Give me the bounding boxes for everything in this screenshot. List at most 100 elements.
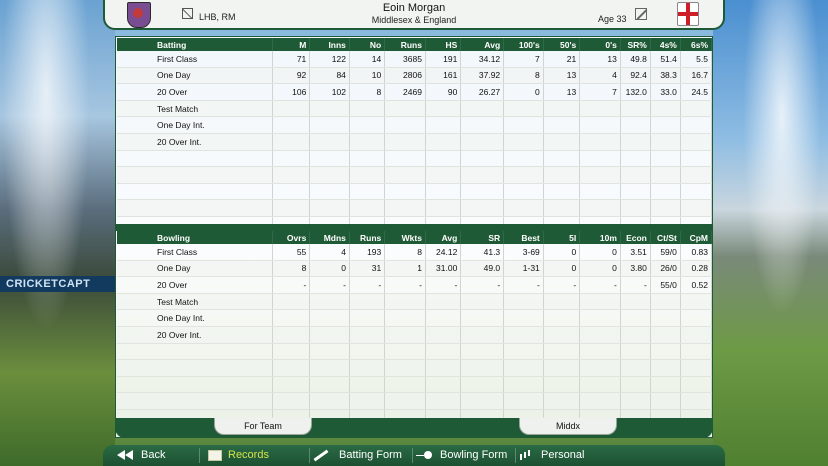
- empty-cell: [579, 199, 621, 217]
- bowling-row-cell: [349, 309, 386, 327]
- batting-row-cell: 33.0: [650, 83, 681, 101]
- bowling-column-header: Runs: [349, 231, 386, 244]
- batting-row-cell: 4: [579, 67, 621, 85]
- empty-cell: [650, 392, 681, 410]
- empty-cell: [349, 343, 386, 361]
- empty-cell: [384, 392, 426, 410]
- bowling-row-cell: 0: [543, 260, 581, 278]
- batting-column-header: 4s%: [650, 38, 681, 51]
- bowling-column-header: Mdns: [309, 231, 350, 244]
- empty-row: [117, 150, 713, 168]
- empty-cell: [117, 359, 273, 377]
- empty-cell: [503, 359, 544, 377]
- empty-cell: [309, 183, 350, 201]
- personal-tab[interactable]: Personal: [519, 445, 584, 466]
- empty-cell: [272, 359, 311, 377]
- bowling-row: One Day Int.: [117, 309, 713, 327]
- nav-divider: [309, 448, 310, 463]
- batting-row-cell: [309, 133, 350, 151]
- player-name: Eoin Morgan: [382, 2, 446, 14]
- empty-cell: [349, 376, 386, 394]
- bottom-nav: Back Records Batting Form Bowling Form P…: [103, 445, 725, 466]
- nav-divider: [515, 448, 516, 463]
- empty-cell: [384, 343, 426, 361]
- batting-row-cell: [384, 116, 426, 134]
- batting-row-cell: [309, 100, 350, 118]
- batting-row-cell: 2806: [384, 67, 426, 85]
- records-icon: [208, 449, 222, 461]
- batting-row-cell: 90: [425, 83, 462, 101]
- empty-cell: [425, 376, 462, 394]
- bowling-row-cell: [425, 293, 462, 311]
- bowling-row-cell: [543, 309, 581, 327]
- batting-row-cell: [650, 116, 681, 134]
- middx-tab[interactable]: Middx: [519, 418, 617, 435]
- back-button[interactable]: Back: [117, 445, 165, 466]
- edit-icon[interactable]: [635, 8, 647, 20]
- bowling-row-cell: 26/0: [650, 260, 681, 278]
- bowling-row-label: First Class: [117, 244, 273, 261]
- bowling-row-cell: 0: [543, 244, 581, 261]
- empty-cell: [620, 392, 651, 410]
- for-team-tab[interactable]: For Team: [214, 418, 312, 435]
- batting-row-cell: 38.3: [650, 67, 681, 85]
- bowling-column-header: Econ: [620, 231, 651, 244]
- bowling-row-cell: 193: [349, 244, 386, 261]
- empty-cell: [349, 150, 386, 168]
- records-tab[interactable]: Records: [208, 445, 308, 466]
- bowling-row-cell: 55/0: [650, 276, 681, 294]
- bowling-row-label: 20 Over: [117, 276, 273, 294]
- batting-column-header: M: [272, 38, 311, 51]
- batting-row-cell: [620, 116, 651, 134]
- bowling-row-cell: -: [503, 276, 544, 294]
- empty-cell: [272, 166, 311, 184]
- batting-column-header: 100's: [503, 38, 544, 51]
- bowling-row-cell: [272, 293, 311, 311]
- batting-row-cell: 7: [579, 83, 621, 101]
- bowling-row-cell: [503, 309, 544, 327]
- batting-row-cell: [620, 100, 651, 118]
- bowling-column-header: Ovrs: [272, 231, 311, 244]
- bowling-row-cell: [309, 309, 350, 327]
- bowling-row: First Class 55 4 193 8 24.12 41.3 3-69 0 0 3.51 59/…: [117, 244, 713, 261]
- batting-row-label: 20 Over: [117, 83, 273, 101]
- batting-form-tab[interactable]: Batting Form: [313, 445, 402, 466]
- empty-row: [117, 343, 713, 361]
- bowling-row-cell: [425, 326, 462, 344]
- bowling-row-cell: [425, 309, 462, 327]
- bowling-row-cell: [503, 326, 544, 344]
- empty-cell: [425, 343, 462, 361]
- empty-cell: [543, 376, 581, 394]
- empty-cell: [680, 183, 713, 201]
- bowling-form-tab[interactable]: Bowling Form: [416, 445, 507, 466]
- empty-cell: [349, 166, 386, 184]
- empty-cell: [384, 183, 426, 201]
- batting-row-cell: 102: [309, 83, 350, 101]
- bowling-row-cell: 3.80: [620, 260, 651, 278]
- bowling-row-cell: 0.52: [680, 276, 713, 294]
- empty-cell: [425, 150, 462, 168]
- bowling-row-cell: -: [309, 276, 350, 294]
- bowling-row-cell: 8: [384, 244, 426, 261]
- batting-row-cell: 8: [503, 67, 544, 85]
- batting-row-cell: [680, 133, 713, 151]
- batting-row-cell: 8: [349, 83, 386, 101]
- batting-row: 20 Over Int.: [117, 133, 713, 151]
- empty-cell: [620, 199, 651, 217]
- empty-cell: [309, 359, 350, 377]
- empty-cell: [425, 199, 462, 217]
- bowling-row-cell: [579, 293, 621, 311]
- batting-row-cell: [349, 133, 386, 151]
- empty-cell: [117, 150, 273, 168]
- bowling-column-header: 5I: [543, 231, 581, 244]
- bowling-row-cell: [503, 293, 544, 311]
- batting-row-cell: 191: [425, 51, 462, 68]
- bowling-row-cell: 0.83: [680, 244, 713, 261]
- bowling-row-cell: -: [349, 276, 386, 294]
- empty-cell: [309, 376, 350, 394]
- batting-row-cell: 84: [309, 67, 350, 85]
- empty-cell: [680, 166, 713, 184]
- empty-cell: [460, 166, 505, 184]
- empty-cell: [579, 343, 621, 361]
- batting-row-cell: 51.4: [650, 51, 681, 68]
